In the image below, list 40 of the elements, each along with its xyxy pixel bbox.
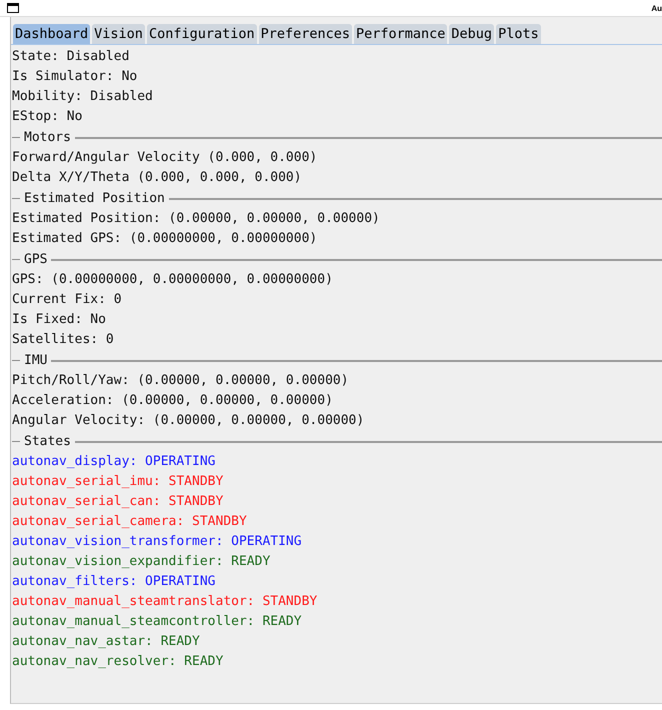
node-state-text: autonav_serial_camera: STANDBY	[12, 513, 248, 531]
section-title: States	[24, 434, 71, 449]
readout-text: GPS: (0.00000000, 0.00000000, 0.00000000)	[12, 271, 334, 289]
readout-text: Estimated GPS: (0.00000000, 0.00000000)	[12, 230, 318, 248]
tab[interactable]: Preferences	[258, 24, 352, 44]
node-state-text: autonav_vision_transformer: OPERATING	[12, 533, 303, 551]
status-text: Mobility: Disabled	[12, 88, 154, 106]
node-state-text: autonav_manual_steamcontroller: READY	[12, 613, 303, 631]
node-state-text: autonav_serial_imu: STANDBY	[12, 473, 224, 491]
readout-text: Angular Velocity: (0.00000, 0.00000, 0.00000)	[12, 412, 366, 430]
tab[interactable]: Plots	[496, 24, 541, 44]
readout-text: Satellites: 0	[12, 331, 115, 349]
status-text: Is Simulator: No	[12, 68, 138, 86]
section-title: Motors	[24, 130, 71, 145]
status-text: EStop: No	[12, 108, 84, 126]
window-title: Au	[651, 4, 662, 12]
readout-text: Delta X/Y/Theta (0.000, 0.000, 0.000)	[12, 169, 303, 187]
node-state-text: autonav_filters: OPERATING	[12, 573, 216, 591]
node-state-text: autonav_nav_resolver: READY	[12, 653, 224, 671]
readout-text: Estimated Position: (0.00000, 0.00000, 0.00000)	[12, 210, 381, 228]
node-state-text: autonav_serial_can: STANDBY	[12, 493, 224, 511]
tab[interactable]: Vision	[92, 24, 145, 44]
node-state-text: autonav_manual_steamtranslator: STANDBY	[12, 593, 318, 611]
readout-text: Acceleration: (0.00000, 0.00000, 0.00000)	[12, 392, 334, 410]
status-text: State: Disabled	[12, 48, 130, 66]
node-state-text: autonav_display: OPERATING	[12, 453, 216, 471]
readout-text: Pitch/Roll/Yaw: (0.00000, 0.00000, 0.00000)	[12, 372, 350, 390]
section-title: GPS	[24, 252, 48, 267]
readout-text: Forward/Angular Velocity (0.000, 0.000)	[12, 149, 318, 167]
readout-text: Is Fixed: No	[12, 311, 107, 329]
node-state-text: autonav_nav_astar: READY	[12, 633, 201, 651]
section-title: IMU	[24, 353, 48, 368]
tab[interactable]: Configuration	[146, 24, 257, 44]
tab[interactable]: Debug	[449, 24, 494, 44]
readout-text: Current Fix: 0	[12, 291, 123, 309]
window-icon[interactable]	[7, 3, 19, 13]
tab[interactable]: Dashboard	[13, 24, 90, 44]
section-title: Estimated Position	[24, 191, 165, 206]
tab[interactable]: Performance	[354, 24, 448, 44]
node-state-text: autonav_vision_expandifier: READY	[12, 553, 272, 571]
